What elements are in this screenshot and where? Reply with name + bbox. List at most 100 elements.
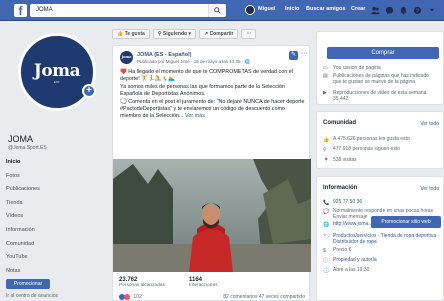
post-author-avatar[interactable]: Joma — [120, 51, 133, 64]
search-icon — [214, 7, 221, 14]
nav-item-comunidad[interactable]: Comunidad — [0, 238, 106, 252]
info-phone-row[interactable]: 📞 925 77 50 36 — [323, 199, 441, 206]
promote-button[interactable]: Promocionar — [6, 279, 50, 289]
community-visits-row[interactable]: 📍 538 visitas — [323, 157, 441, 164]
buy-button[interactable]: Comprar — [327, 47, 439, 59]
stat-row-3: ▶ Reproducciones de video de esta semana… — [323, 90, 435, 102]
nav-item-videos[interactable]: Vídeos — [0, 210, 106, 224]
find-friends-link[interactable]: Buscar amigos — [306, 6, 345, 12]
reach-label: Personas alcanzadas — [119, 283, 165, 288]
reaction-love-icon[interactable] — [124, 294, 130, 300]
user-name-link[interactable]: Miguel — [258, 6, 275, 12]
nav-item-youtube[interactable]: YouTube — [0, 251, 106, 265]
page-feed: 👍 Te gusta ⚲ Siguiendo ▾ ↗ Compartir ···… — [112, 21, 311, 301]
tag-icon: 🏷 — [323, 233, 330, 240]
post-menu-icon[interactable]: ··· — [301, 50, 308, 57]
stat-row-2-text: Publicaciones de páginas que has indicad… — [333, 73, 429, 85]
community-card: Comunidad Ver todo 👍 A 475.626 personas … — [316, 111, 444, 169]
info-hours-row[interactable]: 🕒 Abre a las 19:30 — [323, 267, 441, 274]
joma-logo-icon: Joma — [33, 60, 81, 81]
nav-item-fotos[interactable]: Fotos — [0, 170, 106, 184]
nav-item-tienda[interactable]: Tienda — [0, 197, 106, 211]
post-author-name[interactable]: JOMA (ES - Español) — [137, 52, 192, 58]
nav-item-inicio[interactable]: Inicio — [0, 156, 106, 170]
nav-item-informacion[interactable]: Información — [0, 224, 106, 238]
post-video[interactable] — [113, 159, 311, 272]
info-category-row[interactable]: 🏷 Productos/servicios · Tienda de ropa d… — [323, 233, 441, 245]
comments-shares-count[interactable]: 82 comentarios 47 veces compartido — [223, 294, 305, 300]
info-website-text: http://www.joma... — [333, 221, 373, 227]
phone-icon: 📞 — [323, 199, 330, 206]
thumbs-up-icon: 👍 — [117, 31, 124, 37]
stat-row-2: ▤ Publicaciones de páginas que has indic… — [323, 73, 435, 85]
interactions-stat[interactable]: 1164 Interacciones — [189, 277, 218, 288]
info-category-text: Productos/servicios · Tienda de ropa dep… — [333, 233, 440, 246]
clock-icon: 🕒 — [323, 267, 330, 274]
like-label: Te gusta — [124, 31, 145, 37]
help-icon[interactable]: ? — [412, 5, 422, 15]
community-follows-text: 477.918 personas siguen esto — [333, 146, 400, 152]
page-name: JOMA — [8, 134, 34, 144]
info-website-row[interactable]: 🌐 http://www.joma... — [323, 221, 373, 227]
create-link[interactable]: Crear — [351, 6, 365, 12]
chevron-down-icon: ▾ — [188, 31, 191, 37]
friend-requests-icon[interactable] — [370, 5, 380, 15]
user-avatar[interactable] — [245, 5, 255, 15]
video-icon: ▶ — [323, 90, 327, 96]
location-pin-icon: 📍 — [323, 157, 330, 164]
info-ownership-text: Propiedad y autoría — [333, 257, 377, 263]
community-see-all-link[interactable]: Ver todo — [420, 121, 439, 127]
rss-icon: ⚲ — [157, 31, 162, 37]
nav-item-notas[interactable]: Notas — [0, 265, 106, 279]
see-more-link[interactable]: Ver más — [185, 113, 205, 119]
page-icon: ▭ — [323, 65, 328, 71]
info-price-row: $ Precio € — [323, 247, 441, 253]
logo-est-text: EST. — [53, 79, 61, 84]
messages-icon[interactable] — [384, 5, 394, 15]
info-title: Información — [323, 185, 358, 191]
community-title: Comunidad — [323, 120, 356, 126]
globe-icon: 🌐 — [244, 59, 251, 64]
like-page-button[interactable]: 👍 Te gusta — [112, 29, 150, 39]
add-photo-icon[interactable]: + — [82, 84, 96, 98]
page-handle[interactable]: @Joma.Sport.ES — [8, 145, 47, 151]
info-ownership-row[interactable]: ⓘ Propiedad y autoría — [323, 257, 441, 264]
top-navigation-bar: f JOMA Miguel Inicio Buscar amigos Crear… — [0, 0, 444, 21]
notifications-icon[interactable] — [398, 5, 408, 15]
edit-post-icon[interactable]: ✎ — [289, 51, 298, 60]
info-icon: ⓘ — [323, 257, 329, 264]
reactions-count[interactable]: 102 — [133, 294, 141, 300]
page-left-sidebar: Joma EST. + JOMA @Joma.Sport.ES Inicio F… — [0, 21, 106, 301]
home-link[interactable]: Inicio — [285, 6, 299, 12]
ads-center-link[interactable]: Ir al centro de anuncios — [6, 293, 58, 299]
page-stats-card: Comprar ▭ You ussion de pagina ▤ Publica… — [316, 31, 444, 105]
facebook-logo-icon[interactable]: f — [14, 4, 27, 18]
search-input[interactable]: JOMA — [30, 4, 226, 17]
stat-row-1: ▭ You ussion de pagina — [323, 65, 381, 71]
info-see-all-link[interactable]: Ver todo — [420, 186, 439, 192]
post-meta: Publicado por Miguel Jimé · 16 de mayo a… — [137, 59, 250, 65]
post-line-1: ❤️ Ha llegado el momento de que te COMPR… — [120, 69, 293, 83]
share-button[interactable]: ↗ Compartir — [198, 29, 239, 39]
account-menu-icon[interactable] — [427, 5, 437, 15]
page-right-sidebar: Comprar ▭ You ussion de pagina ▤ Publica… — [316, 21, 444, 301]
community-visits-text: 538 visitas — [333, 157, 357, 163]
community-follows-row[interactable]: ⚲ 477.918 personas siguen esto — [323, 146, 441, 152]
stat-row-3-text: Reproducciones de video de esta semana 3… — [333, 90, 427, 102]
following-button[interactable]: ⚲ Siguiendo ▾ — [152, 29, 196, 39]
post-line-3-wrap: 🗨️ Comenta en el post el juramento de: "… — [120, 99, 306, 121]
reach-stat[interactable]: 23.762 Personas alcanzadas — [119, 277, 165, 288]
promote-website-button[interactable]: Promocionar sitio web — [371, 216, 441, 228]
thumbs-up-icon: 👍 — [323, 136, 330, 143]
stat-row-1-text: You ussion de pagina — [333, 65, 381, 71]
profile-picture[interactable]: Joma EST. — [18, 33, 96, 111]
interactions-label: Interacciones — [189, 283, 218, 288]
nav-item-publicaciones[interactable]: Publicaciones — [0, 183, 106, 197]
video-frame-icon — [113, 159, 311, 272]
reactions-bar: 102 82 comentarios 47 veces compartido — [119, 294, 305, 301]
search-button[interactable] — [208, 4, 226, 17]
more-options-button[interactable]: ··· — [241, 29, 257, 39]
post-body: ❤️ Ha llegado el momento de que te COMPR… — [120, 69, 306, 121]
community-likes-text: A 475.626 personas les gusta esto — [333, 136, 410, 142]
community-likes-row[interactable]: 👍 A 475.626 personas les gusta esto — [323, 136, 441, 143]
